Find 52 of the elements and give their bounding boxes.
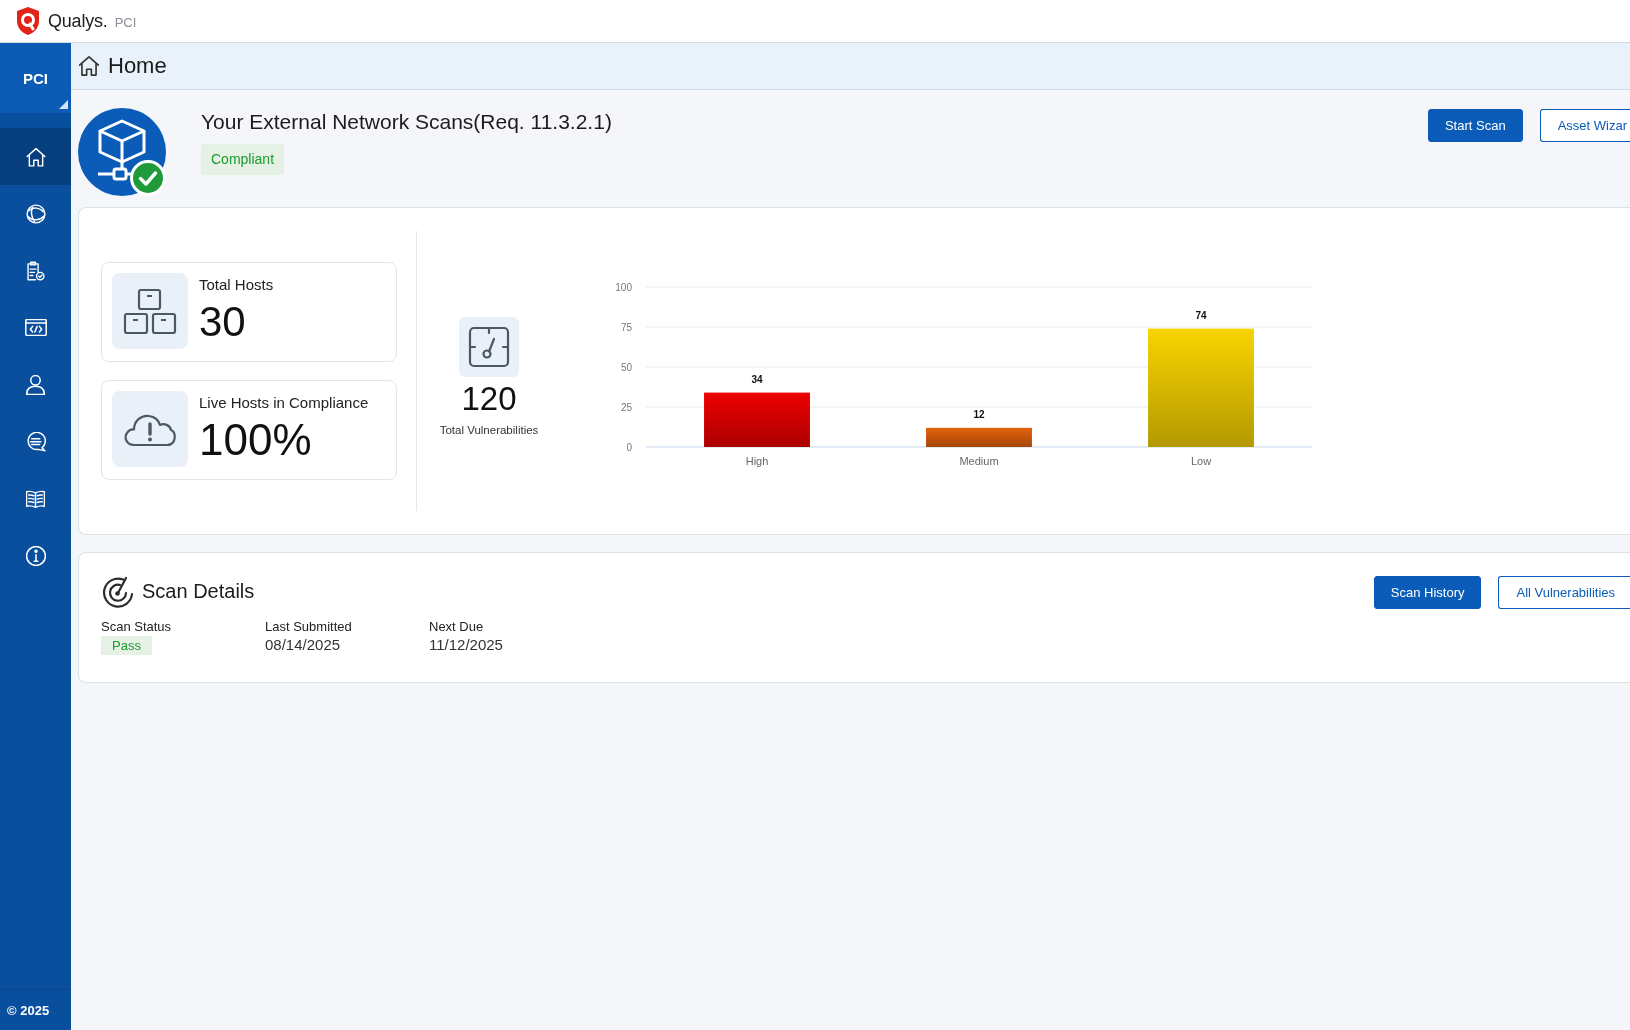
field-value: 08/14/2025 (265, 635, 341, 654)
stat-value: 30 (199, 299, 246, 345)
action-button[interactable]: Start Scan (1427, 109, 1523, 142)
axis-tick-label: 75 (620, 321, 632, 332)
field-label: Last Submitted (265, 619, 352, 635)
globe-icon (25, 203, 46, 224)
user-icon (26, 374, 45, 395)
vulnerability-count: 120 (461, 380, 517, 418)
data-label: 12 (973, 408, 985, 420)
category-label: High (745, 454, 769, 467)
shield-logo-icon (16, 6, 40, 36)
copyright-text: © 2025 (7, 1002, 50, 1018)
field-label: Next Due (429, 619, 484, 635)
radar-icon (101, 575, 135, 608)
category-label: Medium (959, 454, 999, 467)
nav-item[interactable] (0, 128, 71, 185)
axis-tick-label: 50 (620, 361, 632, 372)
home-icon (25, 146, 46, 167)
status-badge: Pass (101, 636, 152, 655)
field-label: Scan Status (101, 619, 172, 635)
product-label: PCI (114, 15, 137, 30)
stat-label: Live Hosts in Compliance (199, 394, 369, 412)
code-window-icon (24, 319, 47, 336)
gauge-icon (459, 317, 519, 377)
page-title: Home (108, 53, 167, 79)
home-icon (79, 56, 99, 76)
action-button[interactable]: Scan History (1373, 576, 1482, 609)
stat-value: 100% (199, 417, 312, 463)
corner-triangle-icon (59, 100, 68, 109)
action-button[interactable]: All Vulnerabilities (1498, 576, 1630, 609)
action-button[interactable]: Asset Wizar (1539, 109, 1630, 142)
cloud-alert-icon (112, 391, 188, 467)
logo-text: Qualys. (48, 10, 108, 32)
axis-tick-label: 25 (620, 401, 632, 412)
data-label: 74 (1195, 309, 1207, 321)
network-box-check-icon (78, 108, 166, 196)
chat-icon (25, 431, 46, 452)
section-label: PCI (23, 69, 48, 87)
clipboard-check-icon (26, 260, 45, 281)
vulnerability-label: Total Vulnerabilities (439, 423, 539, 437)
axis-tick-label: 100 (615, 281, 632, 292)
field-value: 11/12/2025 (429, 635, 503, 654)
stat-label: Total Hosts (199, 276, 274, 294)
status-badge: Compliant (201, 144, 285, 175)
axis-tick-label: 0 (626, 441, 632, 452)
boxes-icon (112, 273, 188, 349)
scan-title: Your External Network Scans(Req. 11.3.2.1) (201, 109, 612, 135)
section-title: Scan Details (142, 580, 255, 603)
category-label: Low (1190, 454, 1212, 467)
book-icon (26, 489, 45, 508)
data-label: 34 (751, 373, 763, 385)
info-icon (25, 545, 46, 566)
